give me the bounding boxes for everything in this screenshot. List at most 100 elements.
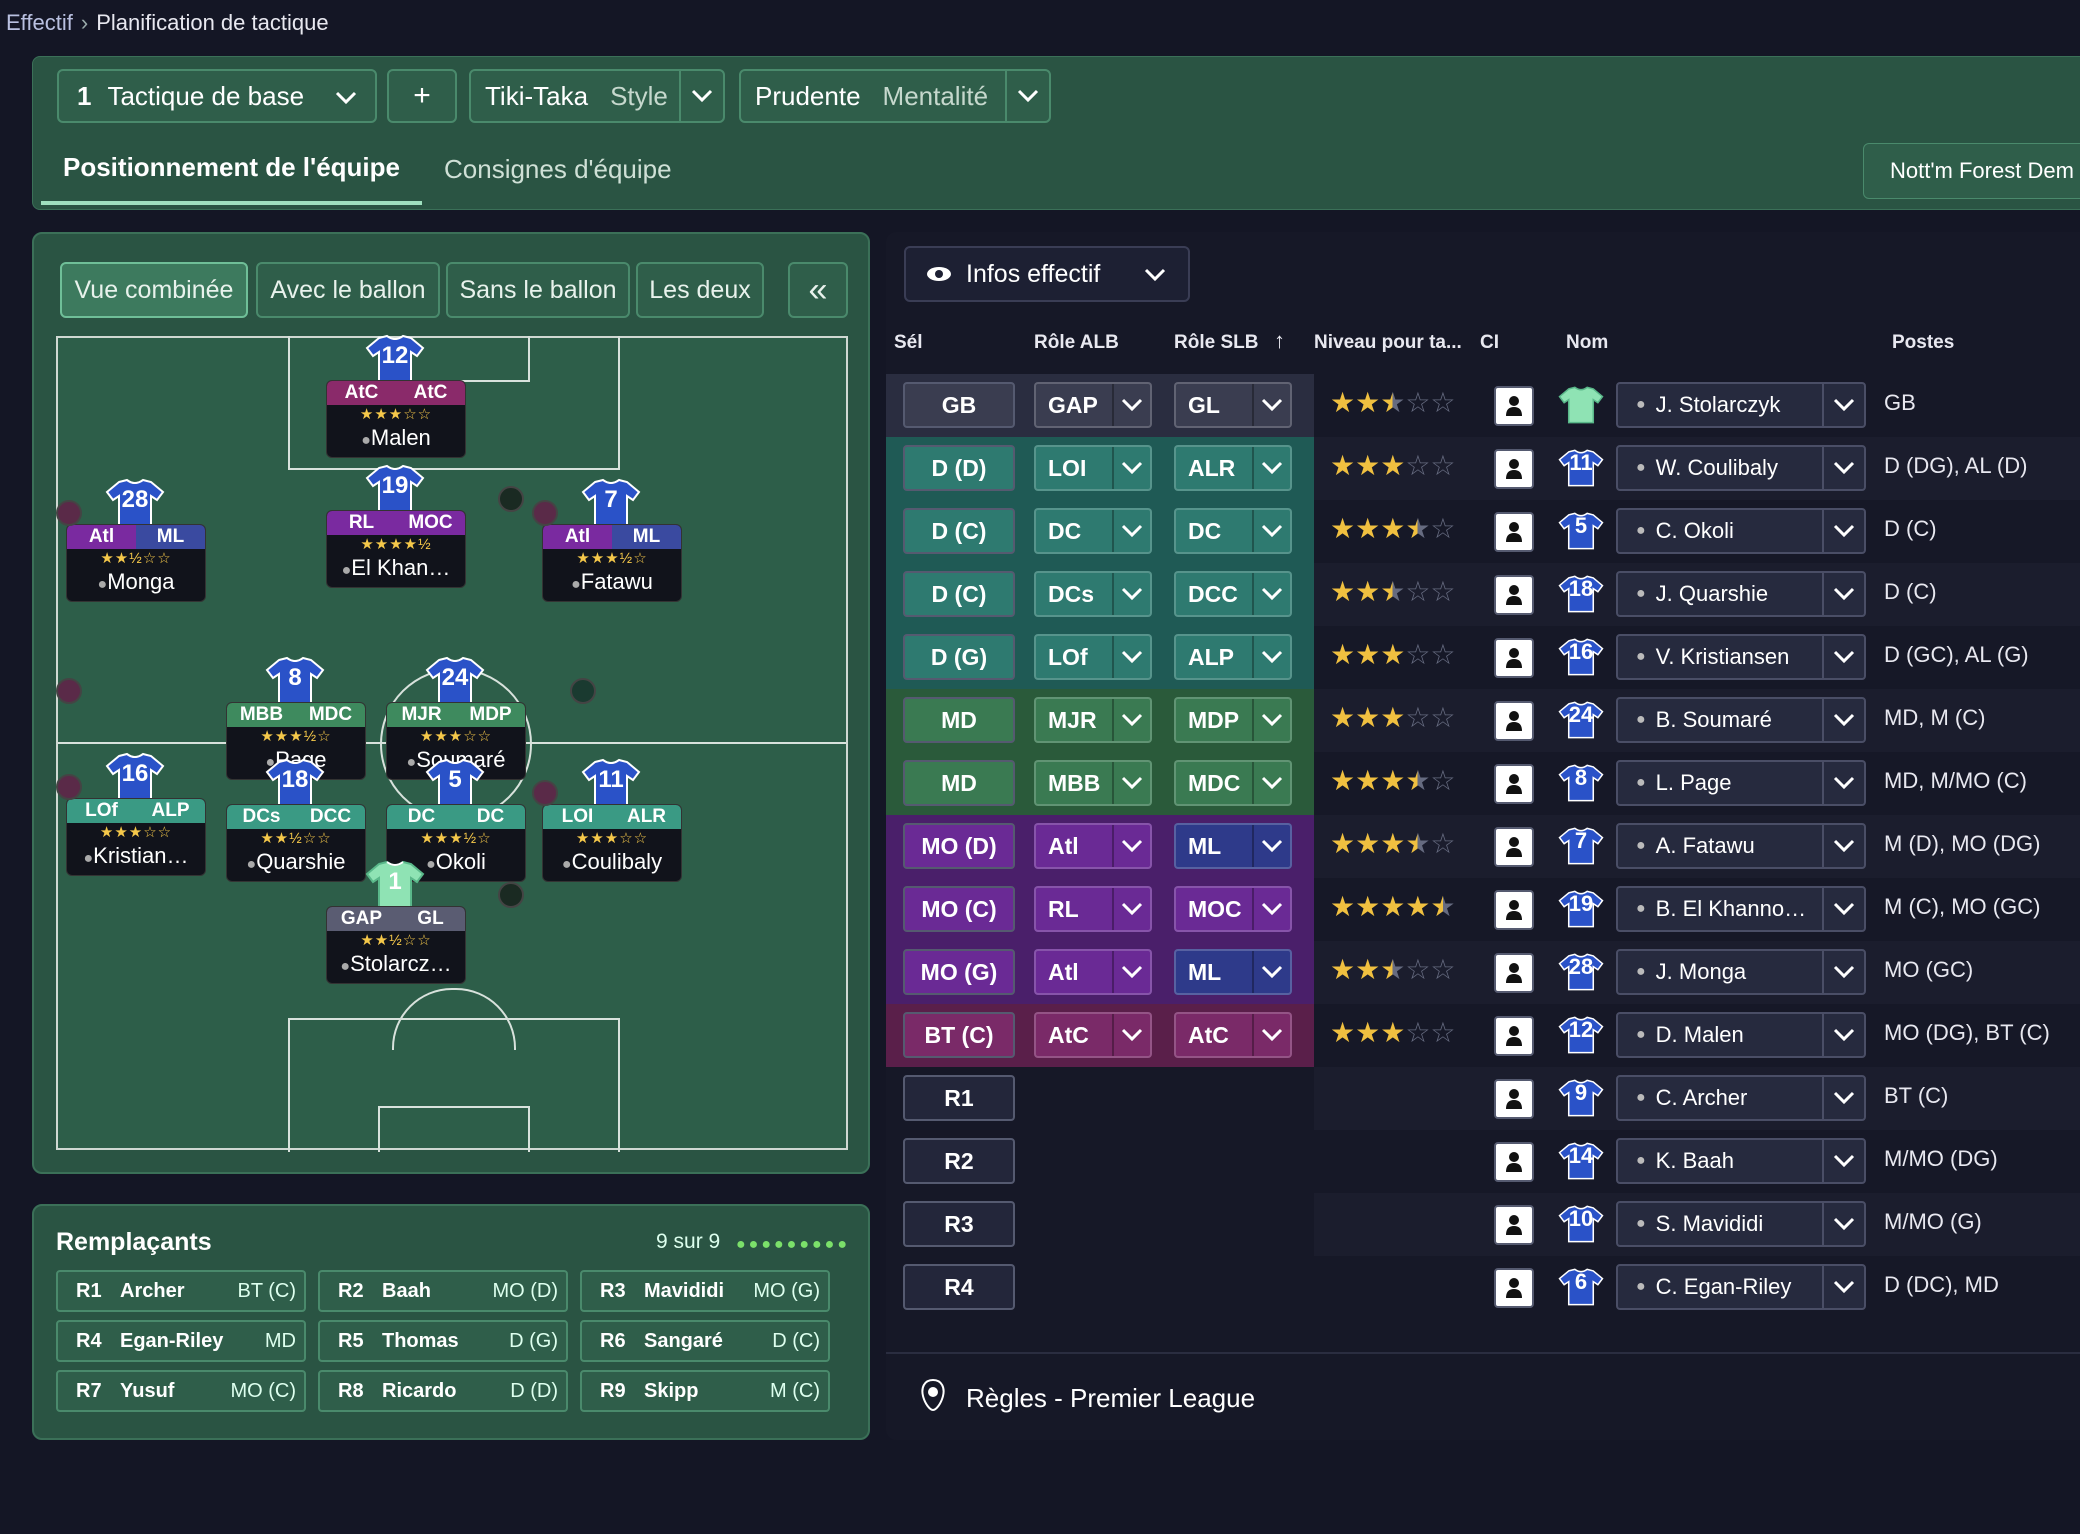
player-profile-button[interactable] — [1494, 449, 1534, 489]
table-row[interactable]: MO (G) Atl ML ★★★☆☆ 28 ● J. Monga MO (GC) — [886, 941, 2080, 1004]
player-profile-button[interactable] — [1494, 1079, 1534, 1119]
collapse-panel-button[interactable]: « — [788, 262, 848, 318]
player-name-select[interactable]: ● C. Archer — [1616, 1075, 1866, 1121]
role-slb-select[interactable]: ML — [1174, 823, 1292, 869]
role-slb-select[interactable]: GL — [1174, 382, 1292, 428]
role-slb-select[interactable]: DC — [1174, 508, 1292, 554]
table-row[interactable]: D (G) LOf ALP ★★★☆☆ 16 ● V. Kristiansen D (GC),… — [886, 626, 2080, 689]
table-row[interactable]: MO (C) RL MOC ★★★★★ 19 ● B. El Khanno… M (C), M… — [886, 878, 2080, 941]
role-alb-select[interactable]: RL — [1034, 886, 1152, 932]
col-header-slb[interactable]: Rôle SLB — [1174, 332, 1258, 354]
player-name-select[interactable]: ● J. Quarshie — [1616, 571, 1866, 617]
player-profile-button[interactable] — [1494, 1268, 1534, 1308]
col-header-name[interactable]: Nom — [1566, 332, 1608, 354]
table-row[interactable]: R4 6 ● C. Egan-Riley D (DC), MD — [886, 1256, 2080, 1319]
player-name-select[interactable]: ● J. Monga — [1616, 949, 1866, 995]
player-profile-button[interactable] — [1494, 1205, 1534, 1245]
table-row[interactable]: MO (D) Atl ML ★★★★☆ 7 ● A. Fatawu M (D), MO (DG… — [886, 815, 2080, 878]
role-alb-select[interactable]: GAP — [1034, 382, 1152, 428]
player-name-select[interactable]: ● C. Okoli — [1616, 508, 1866, 554]
role-slb-select[interactable]: DCC — [1174, 571, 1292, 617]
position-slot-button[interactable]: R4 — [903, 1264, 1015, 1310]
role-alb-select[interactable]: DC — [1034, 508, 1152, 554]
player-name-select[interactable]: ● B. El Khanno… — [1616, 886, 1866, 932]
player-profile-button[interactable] — [1494, 827, 1534, 867]
position-slot-button[interactable]: MO (C) — [903, 886, 1015, 932]
position-slot-button[interactable]: D (G) — [903, 634, 1015, 680]
view-both-button[interactable]: Les deux — [636, 262, 764, 318]
col-header-level[interactable]: Niveau pour ta... — [1314, 332, 1462, 354]
player-profile-button[interactable] — [1494, 386, 1534, 426]
position-slot-button[interactable]: MO (D) — [903, 823, 1015, 869]
role-alb-select[interactable]: MBB — [1034, 760, 1152, 806]
col-header-sel[interactable]: Sél — [894, 332, 923, 354]
tab-positioning[interactable]: Positionnement de l'équipe — [41, 133, 422, 205]
substitute-slot[interactable]: R1 Archer BT (C) — [56, 1270, 306, 1312]
substitute-slot[interactable]: R9 Skipp M (C) — [580, 1370, 830, 1412]
player-name-select[interactable]: ● A. Fatawu — [1616, 823, 1866, 869]
player-profile-button[interactable] — [1494, 701, 1534, 741]
player-profile-button[interactable] — [1494, 638, 1534, 678]
role-slb-select[interactable]: ALP — [1174, 634, 1292, 680]
col-header-postes[interactable]: Postes — [1892, 332, 1954, 354]
role-alb-select[interactable]: LOI — [1034, 445, 1152, 491]
table-row[interactable]: MD MJR MDP ★★★☆☆ 24 ● B. Soumaré MD, M (C) — [886, 689, 2080, 752]
table-row[interactable]: GB GAP GL ★★★☆☆ ● J. Stolarczyk GB — [886, 374, 2080, 437]
position-slot-button[interactable]: D (D) — [903, 445, 1015, 491]
player-name-select[interactable]: ● W. Coulibaly — [1616, 445, 1866, 491]
breadcrumb-root[interactable]: Effectif — [6, 10, 73, 36]
table-row[interactable]: BT (C) AtC AtC ★★★☆☆ 12 ● D. Malen MO (DG), BT … — [886, 1004, 2080, 1067]
add-tactic-button[interactable]: + — [387, 69, 457, 123]
substitute-slot[interactable]: R4 Egan-Riley MD — [56, 1320, 306, 1362]
substitute-slot[interactable]: R3 Mavididi MO (G) — [580, 1270, 830, 1312]
role-alb-select[interactable]: Atl — [1034, 823, 1152, 869]
position-slot-button[interactable]: MD — [903, 760, 1015, 806]
position-slot-button[interactable]: BT (C) — [903, 1012, 1015, 1058]
substitute-slot[interactable]: R5 Thomas D (G) — [318, 1320, 568, 1362]
table-row[interactable]: R1 9 ● C. Archer BT (C) — [886, 1067, 2080, 1130]
position-slot-button[interactable]: D (C) — [903, 508, 1015, 554]
player-name-select[interactable]: ● D. Malen — [1616, 1012, 1866, 1058]
mentality-select[interactable]: Prudente Mentalité — [739, 69, 1051, 123]
table-row[interactable]: D (C) DCs DCC ★★★☆☆ 18 ● J. Quarshie D (C) — [886, 563, 2080, 626]
player-name-select[interactable]: ● C. Egan-Riley — [1616, 1264, 1866, 1310]
position-slot-button[interactable]: D (C) — [903, 571, 1015, 617]
player-profile-button[interactable] — [1494, 575, 1534, 615]
role-alb-select[interactable]: Atl — [1034, 949, 1152, 995]
rules-footer[interactable]: Règles - Premier League — [886, 1352, 2080, 1442]
position-slot-button[interactable]: R1 — [903, 1075, 1015, 1121]
role-slb-select[interactable]: MDC — [1174, 760, 1292, 806]
role-slb-select[interactable]: ML — [1174, 949, 1292, 995]
view-combined-button[interactable]: Vue combinée — [60, 262, 248, 318]
position-slot-button[interactable]: R2 — [903, 1138, 1015, 1184]
table-row[interactable]: D (C) DC DC ★★★★☆ 5 ● C. Okoli D (C) — [886, 500, 2080, 563]
role-slb-select[interactable]: AtC — [1174, 1012, 1292, 1058]
role-alb-select[interactable]: DCs — [1034, 571, 1152, 617]
role-slb-select[interactable]: ALR — [1174, 445, 1292, 491]
table-row[interactable]: MD MBB MDC ★★★★☆ 8 ● L. Page MD, M/MO (C) — [886, 752, 2080, 815]
player-name-select[interactable]: ● S. Mavididi — [1616, 1201, 1866, 1247]
player-name-select[interactable]: ● B. Soumaré — [1616, 697, 1866, 743]
substitute-slot[interactable]: R6 Sangaré D (C) — [580, 1320, 830, 1362]
position-slot-button[interactable]: GB — [903, 382, 1015, 428]
role-alb-select[interactable]: AtC — [1034, 1012, 1152, 1058]
player-name-select[interactable]: ● K. Baah — [1616, 1138, 1866, 1184]
view-without-ball-button[interactable]: Sans le ballon — [446, 262, 630, 318]
substitute-slot[interactable]: R7 Yusuf MO (C) — [56, 1370, 306, 1412]
player-profile-button[interactable] — [1494, 1016, 1534, 1056]
substitute-slot[interactable]: R2 Baah MO (D) — [318, 1270, 568, 1312]
view-with-ball-button[interactable]: Avec le ballon — [256, 262, 440, 318]
tactic-select[interactable]: 1 Tactique de base — [57, 69, 377, 123]
player-name-select[interactable]: ● J. Stolarczyk — [1616, 382, 1866, 428]
substitute-slot[interactable]: R8 Ricardo D (D) — [318, 1370, 568, 1412]
role-slb-select[interactable]: MDP — [1174, 697, 1292, 743]
player-profile-button[interactable] — [1494, 890, 1534, 930]
player-profile-button[interactable] — [1494, 764, 1534, 804]
table-row[interactable]: D (D) LOI ALR ★★★☆☆ 11 ● W. Coulibaly D (DG), A… — [886, 437, 2080, 500]
player-profile-button[interactable] — [1494, 1142, 1534, 1182]
table-row[interactable]: R3 10 ● S. Mavididi M/MO (G) — [886, 1193, 2080, 1256]
position-slot-button[interactable]: MD — [903, 697, 1015, 743]
position-slot-button[interactable]: R3 — [903, 1201, 1015, 1247]
tab-instructions[interactable]: Consignes d'équipe — [422, 133, 694, 205]
role-slb-select[interactable]: MOC — [1174, 886, 1292, 932]
